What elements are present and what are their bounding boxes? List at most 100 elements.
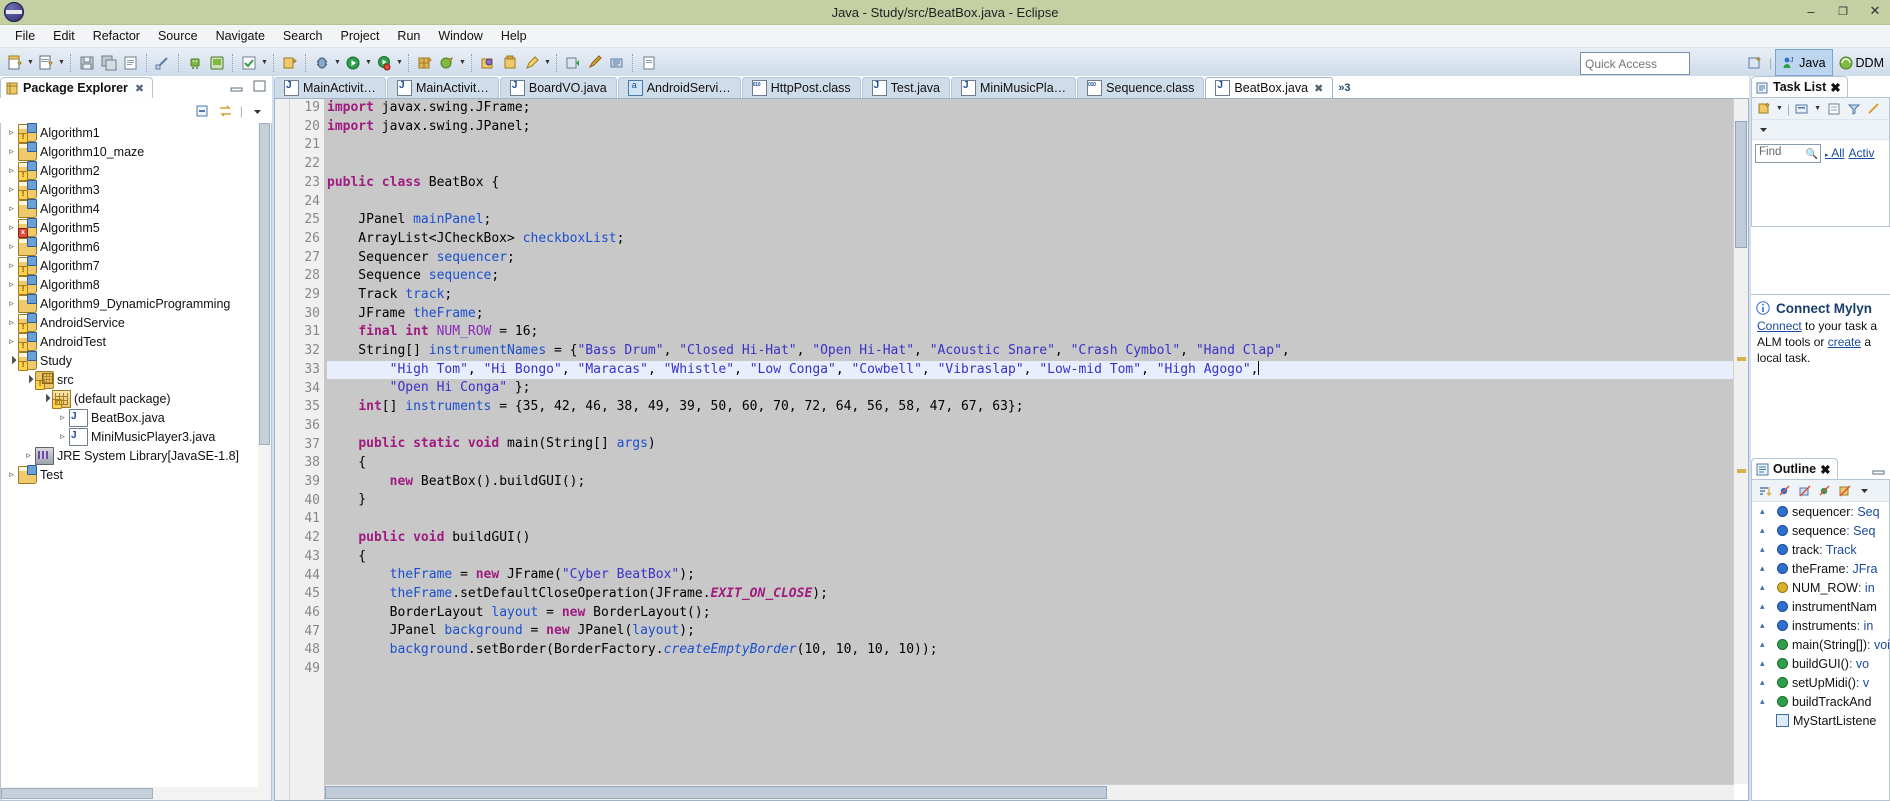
editor-tab-minimusicpla[interactable]: MiniMusicPla… bbox=[951, 77, 1077, 98]
view-menu-icon[interactable] bbox=[1755, 121, 1772, 138]
editor-hscroll-thumb[interactable] bbox=[325, 786, 1107, 799]
tree-twisty[interactable] bbox=[39, 389, 52, 408]
code-line[interactable] bbox=[327, 417, 1734, 436]
editor-tab-mainactivit[interactable]: MainActivit… bbox=[274, 77, 386, 98]
search-toolbar-icon[interactable] bbox=[607, 53, 627, 73]
run-dropdown-icon[interactable]: ▼ bbox=[364, 53, 373, 73]
run-last-tool-dropdown-icon[interactable]: ▼ bbox=[260, 53, 269, 73]
package-explorer-hscrollbar[interactable] bbox=[1, 787, 271, 800]
code-line[interactable]: import javax.swing.JPanel; bbox=[327, 118, 1734, 137]
hide-static-icon[interactable] bbox=[1796, 482, 1813, 499]
android-sdk-manager-icon[interactable] bbox=[185, 53, 205, 73]
code-line[interactable]: Sequence sequence; bbox=[327, 267, 1734, 286]
editor-marker-bar[interactable] bbox=[275, 99, 290, 800]
external-tools-icon[interactable] bbox=[437, 53, 457, 73]
categorize-dropdown-icon[interactable]: ▼ bbox=[1813, 99, 1822, 119]
outline-item-sequence[interactable]: ▴ sequence : Seq bbox=[1752, 521, 1889, 540]
package-explorer-tree[interactable]: Algorithm1 Algorithm10_maze Algorithm2 Algo… bbox=[0, 123, 272, 801]
toggle-mark-occurrences-icon[interactable] bbox=[153, 53, 173, 73]
tree-item-algorithm3[interactable]: Algorithm3 bbox=[1, 179, 271, 200]
code-line[interactable]: } bbox=[327, 491, 1734, 510]
code-line[interactable]: public class BeatBox { bbox=[327, 174, 1734, 193]
menu-source[interactable]: Source bbox=[149, 27, 207, 45]
code-line[interactable]: import javax.swing.JFrame; bbox=[327, 99, 1734, 118]
tree-twisty[interactable] bbox=[5, 161, 18, 180]
menu-search[interactable]: Search bbox=[274, 27, 332, 45]
perspective-ddms[interactable]: DDM bbox=[1833, 50, 1890, 75]
code-line[interactable]: Sequencer sequencer; bbox=[327, 249, 1734, 268]
categorize-icon[interactable] bbox=[1793, 100, 1810, 117]
tree-twisty[interactable] bbox=[5, 465, 18, 484]
menu-window[interactable]: Window bbox=[429, 27, 491, 45]
new-java-class-dropdown-icon[interactable]: ▼ bbox=[57, 53, 66, 73]
editor-overview-marker[interactable] bbox=[1737, 357, 1746, 361]
new-package-icon[interactable] bbox=[415, 53, 435, 73]
view-menu-icon[interactable] bbox=[249, 103, 266, 120]
save-icon[interactable] bbox=[77, 53, 97, 73]
tree-item-androidservice[interactable]: AndroidService bbox=[1, 312, 271, 333]
minimize-button[interactable]: – bbox=[1800, 2, 1822, 20]
code-line[interactable]: theFrame.setDefaultCloseOperation(JFrame… bbox=[327, 585, 1734, 604]
code-line[interactable]: "Open Hi Conga" }; bbox=[327, 379, 1734, 398]
close-icon[interactable]: ✖ bbox=[1314, 82, 1323, 95]
annotation-dropdown-icon[interactable]: ▼ bbox=[543, 53, 552, 73]
code-line[interactable]: public static void main(String[] args) bbox=[327, 435, 1734, 454]
outline-item-sequencer[interactable]: ▴ sequencer : Seq bbox=[1752, 502, 1889, 521]
editor-tab-boardvo-java[interactable]: BoardVO.java bbox=[499, 77, 617, 98]
editor-tab-sequence-class[interactable]: Sequence.class bbox=[1077, 77, 1205, 98]
tree-twisty[interactable] bbox=[5, 142, 18, 161]
filter-icon[interactable] bbox=[1845, 100, 1862, 117]
run-coverage-dropdown-icon[interactable]: ▼ bbox=[395, 53, 404, 73]
tree-item-algorithm6[interactable]: Algorithm6 bbox=[1, 236, 271, 256]
tree-twisty[interactable] bbox=[5, 313, 18, 332]
schedule-icon[interactable] bbox=[1825, 100, 1842, 117]
tab-package-explorer[interactable]: Package Explorer ✖ bbox=[0, 77, 154, 98]
minimize-icon[interactable] bbox=[1870, 461, 1887, 478]
search-icon[interactable]: 🔍 bbox=[1806, 147, 1818, 162]
code-line[interactable]: background.setBorder(BorderFactory.creat… bbox=[327, 641, 1734, 660]
tree-twisty[interactable] bbox=[5, 256, 18, 275]
close-button[interactable]: ✕ bbox=[1864, 2, 1886, 20]
editor-vscrollbar[interactable] bbox=[1733, 99, 1748, 784]
code-line[interactable]: int[] instruments = {35, 42, 46, 38, 49,… bbox=[327, 398, 1734, 417]
menu-refactor[interactable]: Refactor bbox=[84, 27, 149, 45]
editor-hscrollbar[interactable] bbox=[325, 784, 1734, 800]
tree-item-test[interactable]: Test bbox=[1, 464, 271, 484]
view-menu-icon[interactable] bbox=[1856, 482, 1873, 499]
outline-item-buildgui[interactable]: ▴ buildGUI() : vo bbox=[1752, 654, 1889, 673]
more-tabs-button[interactable]: »3 bbox=[1334, 78, 1354, 98]
android-avd-manager-icon[interactable] bbox=[207, 53, 227, 73]
mylyn-connect-link[interactable]: Connect bbox=[1757, 319, 1802, 333]
code-line[interactable]: public void buildGUI() bbox=[327, 529, 1734, 548]
editor-tab-mainactivit[interactable]: MainActivit… bbox=[386, 77, 499, 98]
tab-outline[interactable]: Outline ✖ bbox=[1751, 458, 1838, 479]
code-line[interactable]: JPanel mainPanel; bbox=[327, 211, 1734, 230]
tree-twisty[interactable] bbox=[56, 408, 69, 427]
close-icon[interactable]: ✖ bbox=[135, 82, 144, 95]
new-java-project-icon[interactable] bbox=[280, 53, 300, 73]
outline-item-buildtrackand[interactable]: ▴ buildTrackAnd bbox=[1752, 692, 1889, 711]
menu-run[interactable]: Run bbox=[388, 27, 429, 45]
previous-annotation-icon[interactable] bbox=[563, 53, 583, 73]
find-input[interactable]: Find 🔍 bbox=[1755, 143, 1821, 163]
outline-item-setupmidi[interactable]: ▴ setUpMidi() : v bbox=[1752, 673, 1889, 692]
maximize-icon[interactable] bbox=[251, 78, 268, 95]
menu-file[interactable]: File bbox=[6, 27, 44, 45]
code-line[interactable] bbox=[327, 192, 1734, 211]
run-coverage-icon[interactable] bbox=[374, 53, 394, 73]
editor-tab-httppost-class[interactable]: HttpPost.class bbox=[741, 77, 861, 98]
tree-item-algorithm8[interactable]: Algorithm8 bbox=[1, 274, 271, 295]
open-perspective-icon[interactable] bbox=[1745, 53, 1765, 73]
code-line[interactable]: String[] instrumentNames = {"Bass Drum",… bbox=[327, 342, 1734, 361]
minimize-icon[interactable] bbox=[228, 78, 245, 95]
open-type-icon[interactable] bbox=[478, 53, 498, 73]
save-all-icon[interactable] bbox=[99, 53, 119, 73]
tree-twisty[interactable] bbox=[5, 294, 18, 313]
tree-twisty[interactable] bbox=[22, 446, 35, 465]
mylyn-create-link[interactable]: create bbox=[1828, 335, 1861, 349]
code-line[interactable]: final int NUM_ROW = 16; bbox=[327, 323, 1734, 342]
link-with-editor-icon[interactable] bbox=[217, 103, 234, 120]
tree-item-jre-system-library[interactable]: JRE System Library [JavaSE-1.8] bbox=[1, 446, 271, 465]
open-task-icon[interactable] bbox=[500, 53, 520, 73]
tree-item-study[interactable]: Study bbox=[1, 350, 271, 371]
